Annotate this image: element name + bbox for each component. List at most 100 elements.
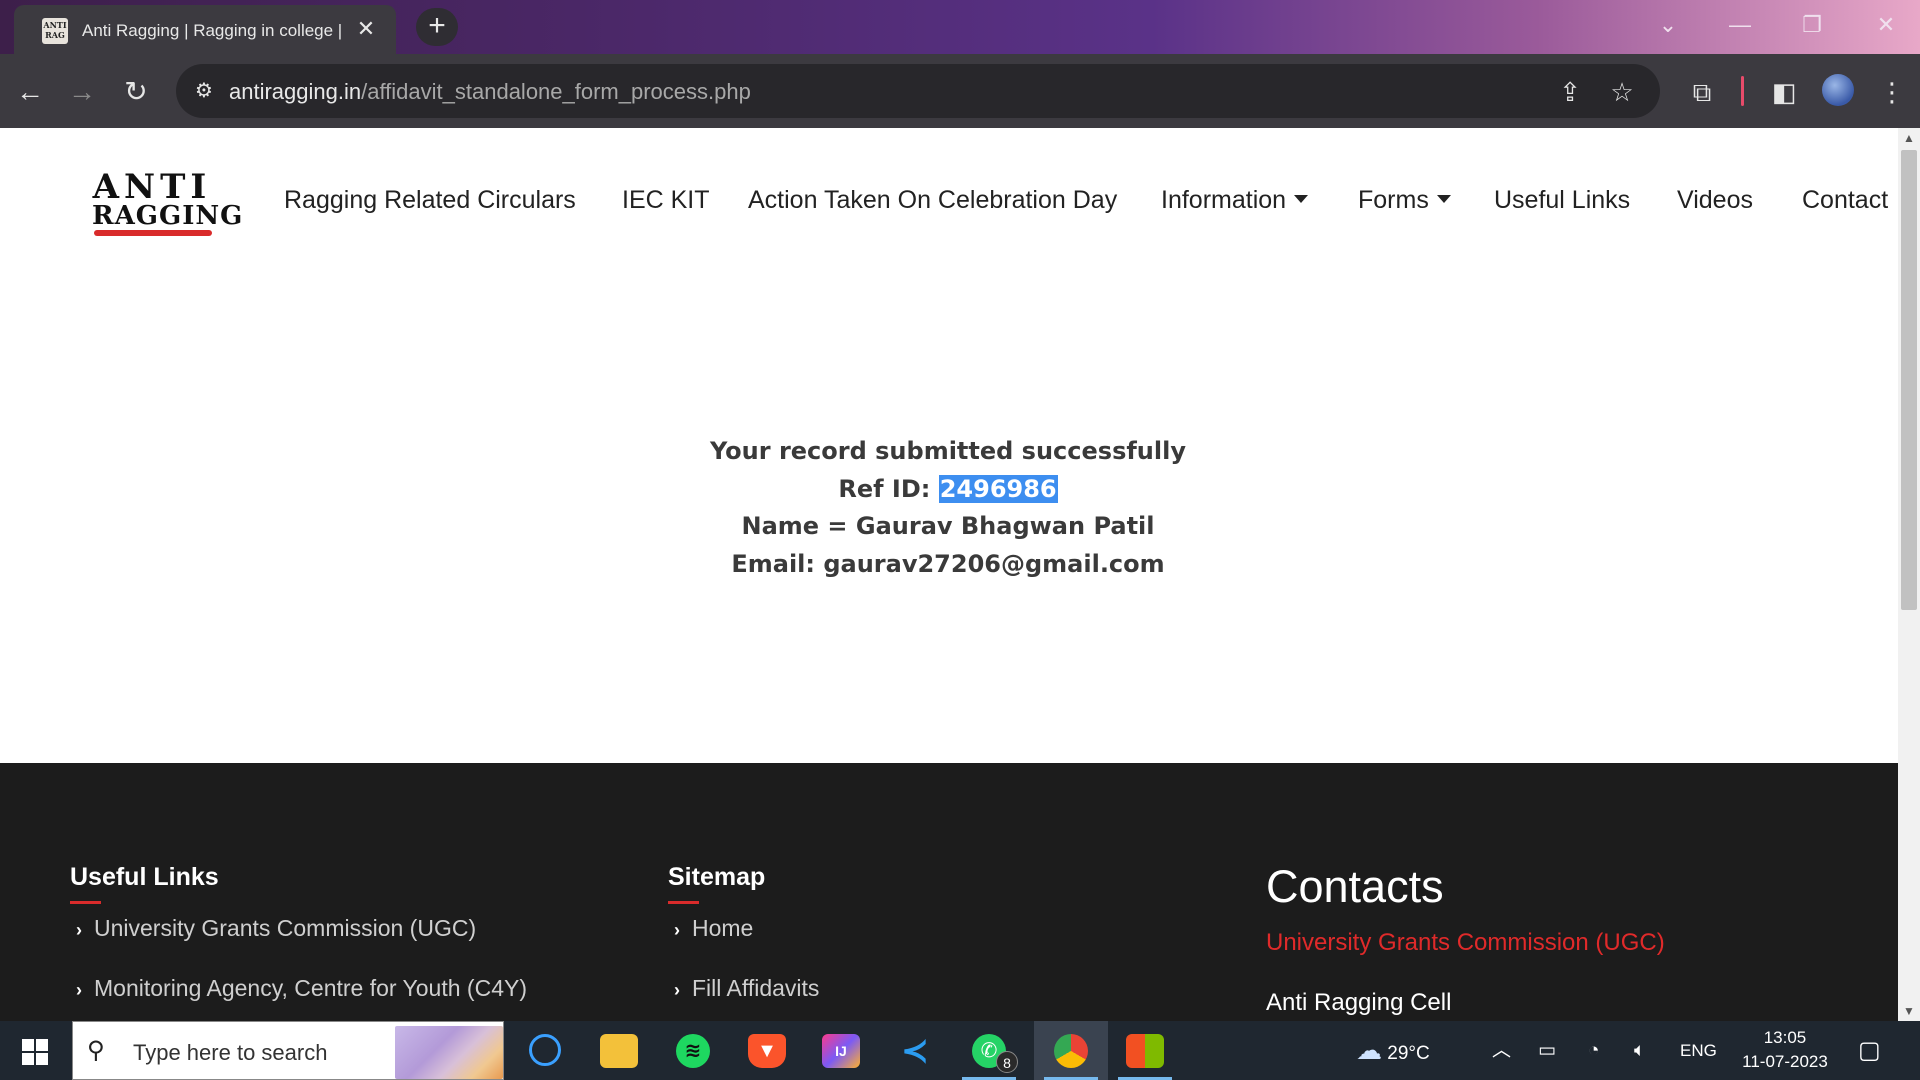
footer-contacts-title: Contacts bbox=[1266, 861, 1444, 912]
taskbar-search-box[interactable]: ⚲ Type here to search bbox=[72, 1021, 504, 1080]
nav-contact[interactable]: Contact bbox=[1802, 186, 1888, 215]
search-highlight-image bbox=[395, 1026, 503, 1079]
submission-result: Your record submitted successfully Ref I… bbox=[548, 433, 1348, 583]
nav-ragging-circulars[interactable]: Ragging Related Circulars bbox=[284, 186, 576, 215]
address-bar[interactable]: ⚙ antiragging.in/affidavit_standalone_fo… bbox=[176, 64, 1660, 118]
file-explorer-button[interactable] bbox=[582, 1021, 656, 1080]
nav-information[interactable]: Information bbox=[1161, 186, 1309, 215]
nav-information-label: Information bbox=[1161, 186, 1287, 214]
ref-id-value[interactable]: 2496986 bbox=[938, 474, 1058, 503]
footer-link-label: Fill Affidavits bbox=[692, 975, 820, 1001]
tab-close-icon[interactable]: ✕ bbox=[354, 17, 378, 41]
nav-forms[interactable]: Forms bbox=[1358, 186, 1451, 215]
menu-kebab-icon[interactable]: ⋮ bbox=[1872, 72, 1912, 112]
vscode-icon: ≺ bbox=[900, 1032, 930, 1070]
show-hidden-icons-chevron-icon[interactable]: ︿ bbox=[1492, 1021, 1511, 1080]
side-panel-icon[interactable]: ◧ bbox=[1764, 72, 1804, 112]
url-path: /affidavit_standalone_form_process.php bbox=[361, 79, 751, 104]
windows-start-icon[interactable] bbox=[22, 1039, 48, 1065]
footer-link-fill-affidavits[interactable]: › Fill Affidavits bbox=[674, 975, 819, 1002]
spotify-button[interactable]: ≋ bbox=[656, 1021, 730, 1080]
cloud-icon: ☁ bbox=[1356, 1035, 1382, 1065]
intellij-button[interactable]: IJ bbox=[804, 1021, 878, 1080]
footer-link-ugc[interactable]: › University Grants Commission (UGC) bbox=[76, 915, 476, 942]
forward-arrow-icon[interactable]: → bbox=[62, 72, 102, 112]
footer-contact-cell: Anti Ragging Cell bbox=[1266, 989, 1452, 1016]
footer-link-label: Monitoring Agency, Centre for Youth (C4Y… bbox=[94, 975, 527, 1001]
dropdown-caret-icon bbox=[1436, 195, 1451, 204]
url-text[interactable]: antiragging.in/affidavit_standalone_form… bbox=[229, 79, 751, 105]
site-favicon-icon: ANTI RAG bbox=[42, 18, 68, 44]
footer-link-home[interactable]: › Home bbox=[674, 915, 753, 942]
browser-tab[interactable]: ANTI RAG Anti Ragging | Ragging in colleg… bbox=[14, 5, 396, 54]
extensions-icon[interactable]: ⧉ bbox=[1682, 72, 1722, 112]
success-message: Your record submitted successfully bbox=[710, 437, 1186, 465]
close-window-button[interactable]: ✕ bbox=[1866, 10, 1906, 40]
page-scrollbar[interactable]: ▲ ▼ bbox=[1898, 128, 1920, 1021]
weather-widget[interactable]: ☁ 29°C bbox=[1356, 1021, 1430, 1080]
site-footer: Useful Links › University Grants Commissi… bbox=[0, 763, 1898, 1021]
cortana-ring-icon bbox=[529, 1034, 561, 1066]
windows-taskbar: ⚲ Type here to search ≋ ▼ IJ ≺ ✆ 8 ☁ 29°… bbox=[0, 1021, 1920, 1080]
chevron-right-icon: › bbox=[76, 980, 82, 1000]
whatsapp-unread-badge: 8 bbox=[996, 1051, 1018, 1073]
chevron-right-icon: › bbox=[674, 980, 680, 1000]
clock-time: 13:05 bbox=[1763, 1028, 1807, 1047]
scroll-down-arrow-icon[interactable]: ▼ bbox=[1898, 1001, 1920, 1021]
volume-icon[interactable]: 🔈︎ bbox=[1634, 1021, 1645, 1080]
whatsapp-button[interactable]: ✆ 8 bbox=[952, 1021, 1026, 1080]
nav-action-taken[interactable]: Action Taken On Celebration Day bbox=[748, 186, 1117, 215]
logo-text-anti: ANTI bbox=[92, 167, 212, 207]
scroll-up-arrow-icon[interactable]: ▲ bbox=[1898, 128, 1920, 148]
toolbar-separator bbox=[1741, 76, 1744, 106]
restore-button[interactable]: ❐ bbox=[1792, 10, 1832, 40]
reload-icon[interactable]: ↻ bbox=[116, 72, 156, 112]
wifi-icon[interactable]: ◔ bbox=[1588, 1021, 1599, 1080]
nav-forms-label: Forms bbox=[1358, 186, 1429, 214]
scrollbar-thumb[interactable] bbox=[1901, 150, 1917, 610]
ref-id-label: Ref ID: bbox=[838, 474, 939, 503]
back-arrow-icon[interactable]: ← bbox=[10, 72, 50, 112]
brave-button[interactable]: ▼ bbox=[730, 1021, 804, 1080]
battery-icon[interactable]: ▭ bbox=[1538, 1021, 1556, 1080]
nav-useful-links[interactable]: Useful Links bbox=[1494, 186, 1630, 215]
logo-text-ragging: RAGGING bbox=[92, 201, 244, 231]
chrome-icon bbox=[1054, 1034, 1088, 1068]
clock-date: 11-07-2023 bbox=[1742, 1052, 1828, 1071]
microsoft-store-button[interactable] bbox=[1108, 1021, 1182, 1080]
spotify-icon: ≋ bbox=[676, 1034, 710, 1068]
footer-link-label: Home bbox=[692, 915, 754, 941]
minimize-button[interactable]: — bbox=[1720, 10, 1760, 40]
cortana-button[interactable] bbox=[508, 1021, 582, 1080]
footer-useful-links-title: Useful Links bbox=[70, 863, 219, 891]
search-placeholder: Type here to search bbox=[133, 1040, 328, 1065]
url-domain: antiragging.in bbox=[229, 79, 362, 104]
nav-iec-kit[interactable]: IEC KIT bbox=[622, 186, 710, 215]
share-icon[interactable]: ⇪ bbox=[1554, 76, 1586, 108]
language-indicator[interactable]: ENG bbox=[1680, 1021, 1717, 1080]
weather-temp: 29°C bbox=[1387, 1043, 1430, 1064]
bookmark-star-icon[interactable]: ☆ bbox=[1606, 76, 1638, 108]
footer-title-underline bbox=[668, 901, 699, 904]
tab-search-chevron-icon[interactable]: ⌄ bbox=[1648, 10, 1688, 40]
anti-ragging-logo[interactable]: ANTI RAGGING bbox=[92, 167, 244, 236]
logo-underline bbox=[94, 230, 212, 236]
notifications-icon[interactable]: ▢ bbox=[1858, 1021, 1881, 1080]
intellij-icon: IJ bbox=[822, 1034, 860, 1068]
chevron-right-icon: › bbox=[674, 920, 680, 940]
browser-toolbar: ← → ↻ ⚙ antiragging.in/affidavit_standal… bbox=[0, 54, 1920, 128]
nav-videos[interactable]: Videos bbox=[1677, 186, 1753, 215]
footer-link-c4y[interactable]: › Monitoring Agency, Centre for Youth (C4… bbox=[76, 975, 527, 1002]
chrome-button[interactable] bbox=[1034, 1021, 1108, 1080]
name-line: Name = Gaurav Bhagwan Patil bbox=[741, 512, 1155, 540]
vscode-button[interactable]: ≺ bbox=[878, 1021, 952, 1080]
footer-contact-ugc-link[interactable]: University Grants Commission (UGC) bbox=[1266, 929, 1665, 957]
profile-avatar[interactable] bbox=[1822, 74, 1854, 106]
new-tab-button[interactable]: + bbox=[416, 8, 458, 46]
taskbar-clock[interactable]: 13:05 11-07-2023 bbox=[1730, 1026, 1840, 1074]
web-page: ANTI RAGGING Ragging Related Circulars I… bbox=[0, 128, 1898, 1021]
chevron-right-icon: › bbox=[76, 920, 82, 940]
search-icon: ⚲ bbox=[87, 1037, 105, 1064]
site-info-icon[interactable]: ⚙ bbox=[190, 77, 218, 105]
footer-link-label: University Grants Commission (UGC) bbox=[94, 915, 477, 941]
